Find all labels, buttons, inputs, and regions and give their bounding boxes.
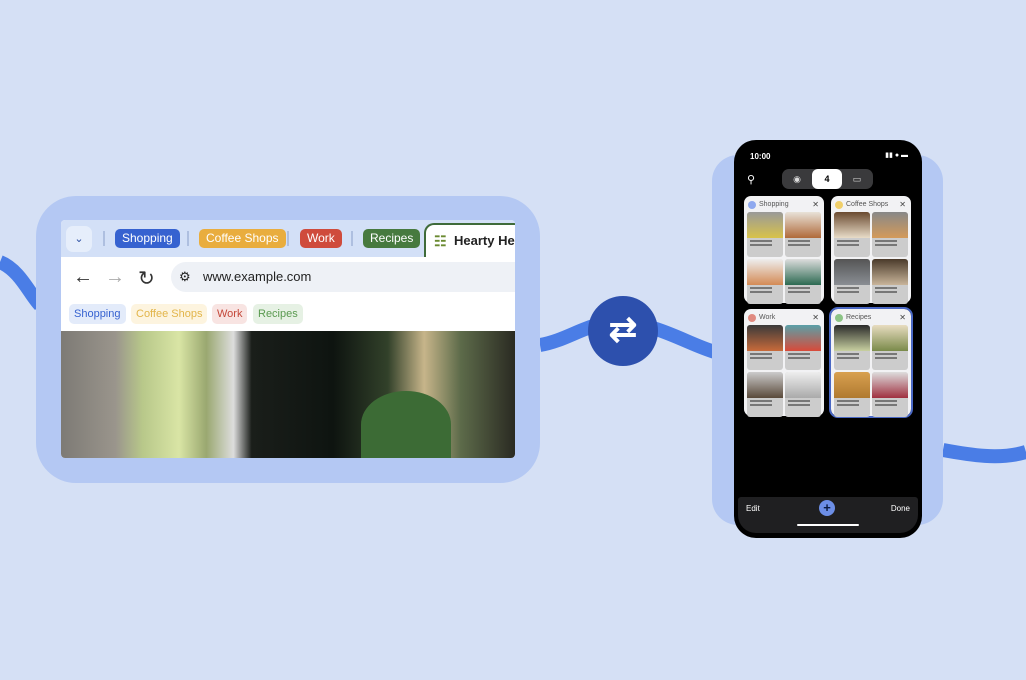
incognito-icon[interactable]: ◉ [782,169,812,189]
search-icon[interactable]: ⚲ [747,173,755,186]
divider [287,231,289,246]
tab-thumbnail[interactable] [747,372,783,417]
close-icon[interactable]: ✕ [899,199,906,211]
active-tab-title: Hearty Herb [454,233,515,248]
site-settings-icon[interactable]: ⚙ [179,262,191,292]
bookmark-work[interactable]: Work [212,304,248,324]
tab-thumbnail[interactable] [785,325,821,370]
recipe-signpost-icon: ☷ [434,233,447,249]
group-color-dot [835,314,843,322]
tab-group-recipes[interactable]: Recipes [363,229,421,248]
tab-thumbnail[interactable] [747,259,783,304]
tab-thumbnail[interactable] [872,325,908,370]
group-color-dot [748,201,756,209]
tab-thumbnail[interactable] [872,259,908,304]
tab-thumbnail[interactable] [834,325,870,370]
close-icon[interactable]: ✕ [812,199,819,211]
group-title: Shopping [759,201,789,208]
address-bar[interactable]: ⚙ www.example.com [171,262,515,292]
toolbar: ← → ↻ ⚙ www.example.com [61,257,515,297]
group-title: Coffee Shops [846,201,889,208]
status-icons: ▮▮ ● ▬ [885,152,908,159]
group-color-dot [748,314,756,322]
tab-group-coffee-shops[interactable]: Coffee Shops [199,229,286,248]
phone-screen: 10:00 ▮▮ ● ▬ ⚲ ◉ 4 ▭ Shopping ✕ Coffee Sh… [734,140,922,538]
bookmark-shopping[interactable]: Shopping [69,304,126,324]
desktop-browser-window: ⌄ Shopping Coffee Shops Work Recipes ☷ H… [61,220,515,458]
group-color-dot [835,201,843,209]
status-time: 10:00 [750,152,771,161]
group-card-work[interactable]: Work ✕ [744,309,824,417]
tab-thumbnail[interactable] [747,212,783,257]
url-text: www.example.com [203,269,312,284]
close-icon[interactable]: ✕ [812,312,819,324]
tab-switcher-segmented-control: ◉ 4 ▭ [782,169,873,189]
group-title: Recipes [846,314,872,321]
tab-thumbnail[interactable] [834,259,870,304]
back-icon[interactable]: ← [73,266,93,289]
group-card-coffee-shops[interactable]: Coffee Shops ✕ [831,196,911,304]
wave-left [0,255,46,310]
tab-thumbnail[interactable] [872,212,908,257]
tab-group-shopping[interactable]: Shopping [115,229,180,248]
home-indicator [797,524,859,526]
bookmark-coffee-shops[interactable]: Coffee Shops [131,304,208,324]
tab-thumbnail[interactable] [834,212,870,257]
cilantro [361,391,451,458]
divider [103,231,105,246]
wave-right [941,443,1026,464]
forward-icon[interactable]: → [105,266,125,289]
tab-thumbnail[interactable] [785,372,821,417]
devices-icon[interactable]: ▭ [842,169,872,189]
tab-thumbnail[interactable] [872,372,908,417]
tab-thumbnail[interactable] [747,325,783,370]
tab-thumbnail[interactable] [785,259,821,304]
divider [187,231,189,246]
tab-count-button[interactable]: 4 [812,169,842,189]
close-icon[interactable]: ✕ [899,312,906,324]
edit-button[interactable]: Edit [746,504,760,513]
reload-icon[interactable]: ↻ [138,266,155,291]
group-card-recipes[interactable]: Recipes ✕ [829,307,913,418]
group-card-shopping[interactable]: Shopping ✕ [744,196,824,304]
group-title: Work [759,314,776,321]
page-content-food-photo [61,331,515,458]
sync-button: ⇄ [588,296,658,366]
tab-group-work[interactable]: Work [300,229,342,248]
divider [351,231,353,246]
swap-arrows-icon: ⇄ [608,311,638,349]
tab-thumbnail[interactable] [834,372,870,417]
done-button[interactable]: Done [891,504,910,513]
tab-strip: ⌄ Shopping Coffee Shops Work Recipes ☷ H… [61,220,515,257]
active-tab[interactable]: ☷ Hearty Herb [424,223,515,257]
tab-search-chevron-icon[interactable]: ⌄ [66,226,92,252]
bookmark-recipes[interactable]: Recipes [253,304,303,324]
new-tab-plus-icon[interactable]: + [819,500,835,516]
tab-thumbnail[interactable] [785,212,821,257]
bottom-bar: Edit + Done [738,497,918,533]
